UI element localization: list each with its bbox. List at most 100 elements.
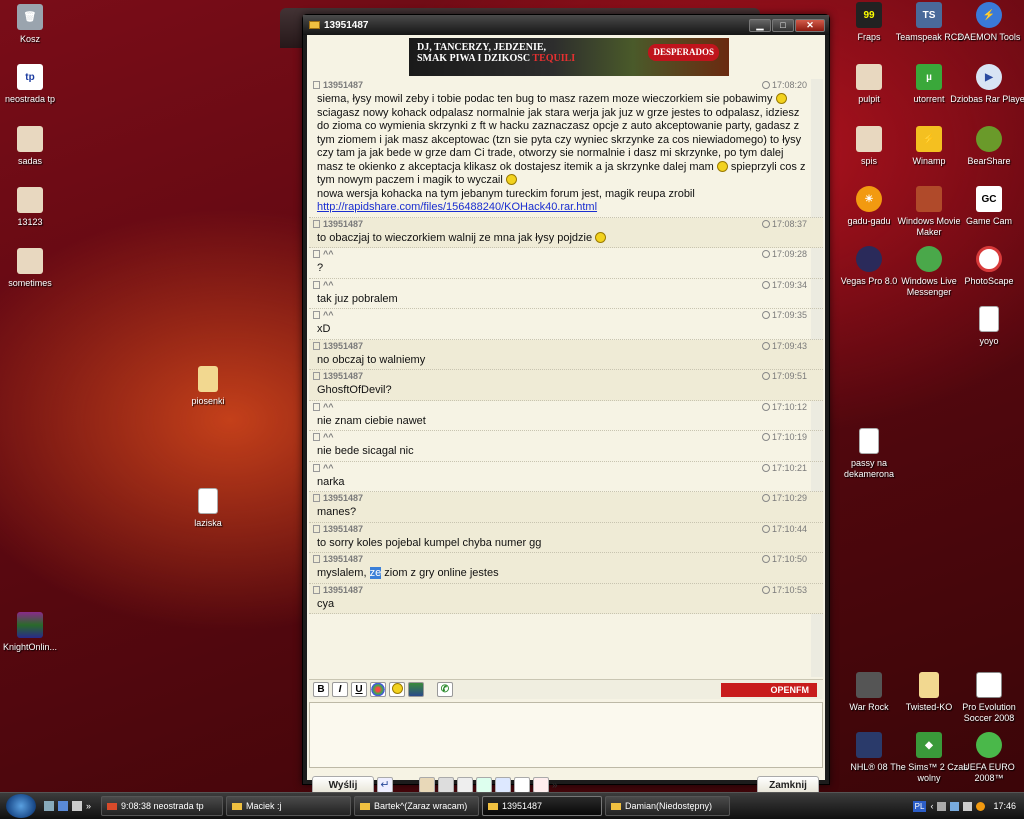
- text-file-icon: [859, 428, 879, 454]
- desktop-icon-piosenki[interactable]: piosenki: [168, 366, 248, 407]
- desktop-icon-sometimes[interactable]: sometimes: [0, 248, 70, 289]
- desktop-icon-neostrada[interactable]: tp neostrada tp: [0, 64, 70, 105]
- calendar-icon[interactable]: [438, 777, 454, 793]
- message-doc-icon: [313, 463, 320, 472]
- bold-button[interactable]: B: [313, 682, 329, 697]
- desktop-icon-sadas[interactable]: sadas: [0, 126, 70, 167]
- message-history[interactable]: 13951487 17:08:20 siema, łysy mowil zeby …: [309, 79, 823, 677]
- tray-chevron-icon[interactable]: ‹: [930, 801, 933, 811]
- desktop-icon-yoyo[interactable]: yoyo: [949, 306, 1024, 347]
- desktop-icon-label: Kosz: [19, 34, 40, 44]
- headphones-icon[interactable]: [514, 777, 530, 793]
- message-input[interactable]: [309, 702, 823, 768]
- clock-icon: [761, 585, 770, 594]
- start-button[interactable]: [6, 794, 36, 818]
- desktop-icon-pes2008[interactable]: Pro Evolution Soccer 2008: [949, 672, 1024, 724]
- clock[interactable]: 17:46: [993, 801, 1016, 811]
- message-author: 13951487: [323, 493, 364, 503]
- desktop-icon-daemon[interactable]: ⚡ DAEMON Tools: [949, 2, 1024, 43]
- format-toolbar: B I U ✆ OPENFM: [309, 679, 823, 699]
- message-doc-icon: [313, 341, 320, 350]
- desktop-icon-label: Game Cam: [965, 216, 1012, 226]
- notes-icon[interactable]: [457, 777, 473, 793]
- openfm-mini-icon[interactable]: [533, 777, 549, 793]
- phone-icon[interactable]: ✆: [437, 682, 453, 697]
- clock-icon: [761, 219, 770, 228]
- task-damian[interactable]: Damian(Niedostępny): [605, 796, 731, 816]
- message-text: nie znam ciebie nawet: [317, 414, 426, 427]
- ad-banner[interactable]: DJ, TANCERZY, JEDZENIE, SMAK PIWA I DZIK…: [409, 38, 729, 76]
- pes-icon: [976, 672, 1002, 698]
- close-window-button[interactable]: ✕: [795, 18, 825, 32]
- emoticon-button[interactable]: [389, 682, 405, 697]
- message-doc-icon: [313, 402, 320, 411]
- task-bartek[interactable]: Bartek^(Zaraz wracam): [354, 796, 480, 816]
- add-contact-icon[interactable]: [476, 777, 492, 793]
- tray-volume-icon[interactable]: [963, 801, 973, 811]
- task-label: 9:08:38 neostrada tp: [121, 801, 204, 811]
- quicklaunch-desktop-icon[interactable]: [44, 801, 54, 811]
- minimize-button[interactable]: ▁: [749, 18, 771, 32]
- gadu-gadu-icon: ☀: [856, 186, 882, 212]
- quicklaunch-app-icon[interactable]: [72, 801, 82, 811]
- desktop-icon-label: BearShare: [967, 156, 1011, 166]
- fraps-icon: 99: [856, 2, 882, 28]
- desktop-icon-laziska[interactable]: laziska: [168, 488, 248, 529]
- tray-gadu-icon[interactable]: [976, 801, 986, 811]
- message: 13951487 17:08:20 siema, łysy mowil zeby …: [309, 79, 823, 218]
- banner-accent: TEQUILI: [532, 53, 576, 64]
- insert-image-icon[interactable]: [408, 682, 424, 697]
- info-icon[interactable]: [495, 777, 511, 793]
- desktop-icon-label: gadu-gadu: [847, 216, 891, 226]
- message-text: siema, łysy mowil zeby i tobie podac ten…: [317, 93, 773, 105]
- underline-button[interactable]: U: [351, 682, 367, 697]
- italic-button[interactable]: I: [332, 682, 348, 697]
- tray-network-icon[interactable]: [950, 801, 960, 811]
- photoscape-icon: [976, 246, 1002, 272]
- task-13951487[interactable]: 13951487: [482, 796, 603, 816]
- desktop-icon-bearshare[interactable]: BearShare: [949, 126, 1024, 167]
- movie-maker-icon: [916, 186, 942, 212]
- smiley-icon: [505, 174, 517, 185]
- maximize-button[interactable]: □: [772, 18, 794, 32]
- message: 13951487 17:10:53 cya: [309, 583, 823, 614]
- language-indicator[interactable]: PL: [912, 800, 927, 812]
- tray-app-icon[interactable]: [937, 801, 947, 811]
- desktop-icon-label: piosenki: [191, 396, 225, 406]
- openfm-button[interactable]: OPENFM: [721, 682, 817, 697]
- window-titlebar[interactable]: 13951487 ▁ □ ✕: [303, 15, 829, 35]
- task-maciek[interactable]: Maciek :j: [226, 796, 352, 816]
- message-doc-icon: [313, 250, 320, 258]
- desktop-icon-dziobas[interactable]: ▶ Dziobas Rar Player: [949, 64, 1024, 105]
- desktop-icon-euro2008[interactable]: UEFA EURO 2008™: [949, 732, 1024, 784]
- message: ^^ 17:10:19 nie bede sicagal nic: [309, 431, 823, 462]
- envelope-icon: [611, 802, 622, 810]
- message-author: 13951487: [323, 584, 364, 595]
- color-picker-icon[interactable]: [370, 682, 386, 697]
- clock-icon: [761, 402, 770, 411]
- send-file-icon[interactable]: [419, 777, 435, 793]
- message-link[interactable]: http://rapidshare.com/files/156488240/KO…: [317, 201, 597, 213]
- desktop-icon-kosz[interactable]: 🗑 Kosz: [0, 4, 70, 45]
- message-doc-icon: [313, 494, 320, 502]
- message-author: 13951487: [323, 554, 364, 564]
- desktop-icon-label: yoyo: [979, 336, 999, 346]
- task-neostrada[interactable]: 9:08:38 neostrada tp: [101, 796, 224, 816]
- desktop-icon-label: Fraps: [857, 32, 881, 42]
- desktop-icon-label: spis: [860, 156, 877, 166]
- quicklaunch-chevron-icon[interactable]: »: [86, 801, 91, 811]
- desktop-icon-photoscape[interactable]: PhotoScape: [949, 246, 1024, 287]
- desktop-icon-passy[interactable]: passy na dekamerona: [829, 428, 909, 480]
- more-chevron-icon[interactable]: »: [552, 780, 558, 791]
- message-author: ^^: [323, 279, 334, 290]
- desktop-icon-13123[interactable]: 13123: [0, 187, 70, 228]
- desktop-icon-knightonline[interactable]: KnightOnlin...: [0, 612, 70, 653]
- quicklaunch-browser-icon[interactable]: [58, 801, 68, 811]
- desktop-icon-label: Pro Evolution Soccer 2008: [962, 702, 1016, 723]
- enter-toggle-icon[interactable]: ↵: [377, 777, 393, 793]
- clock-icon: [761, 341, 770, 350]
- message-time: 17:09:35: [771, 310, 807, 320]
- message-text: to sorry koles pojebal kumpel chyba nume…: [317, 536, 542, 549]
- desktop-icon-gamecam[interactable]: GC Game Cam: [949, 186, 1024, 227]
- message: ^^ 17:09:35 xD: [309, 309, 823, 340]
